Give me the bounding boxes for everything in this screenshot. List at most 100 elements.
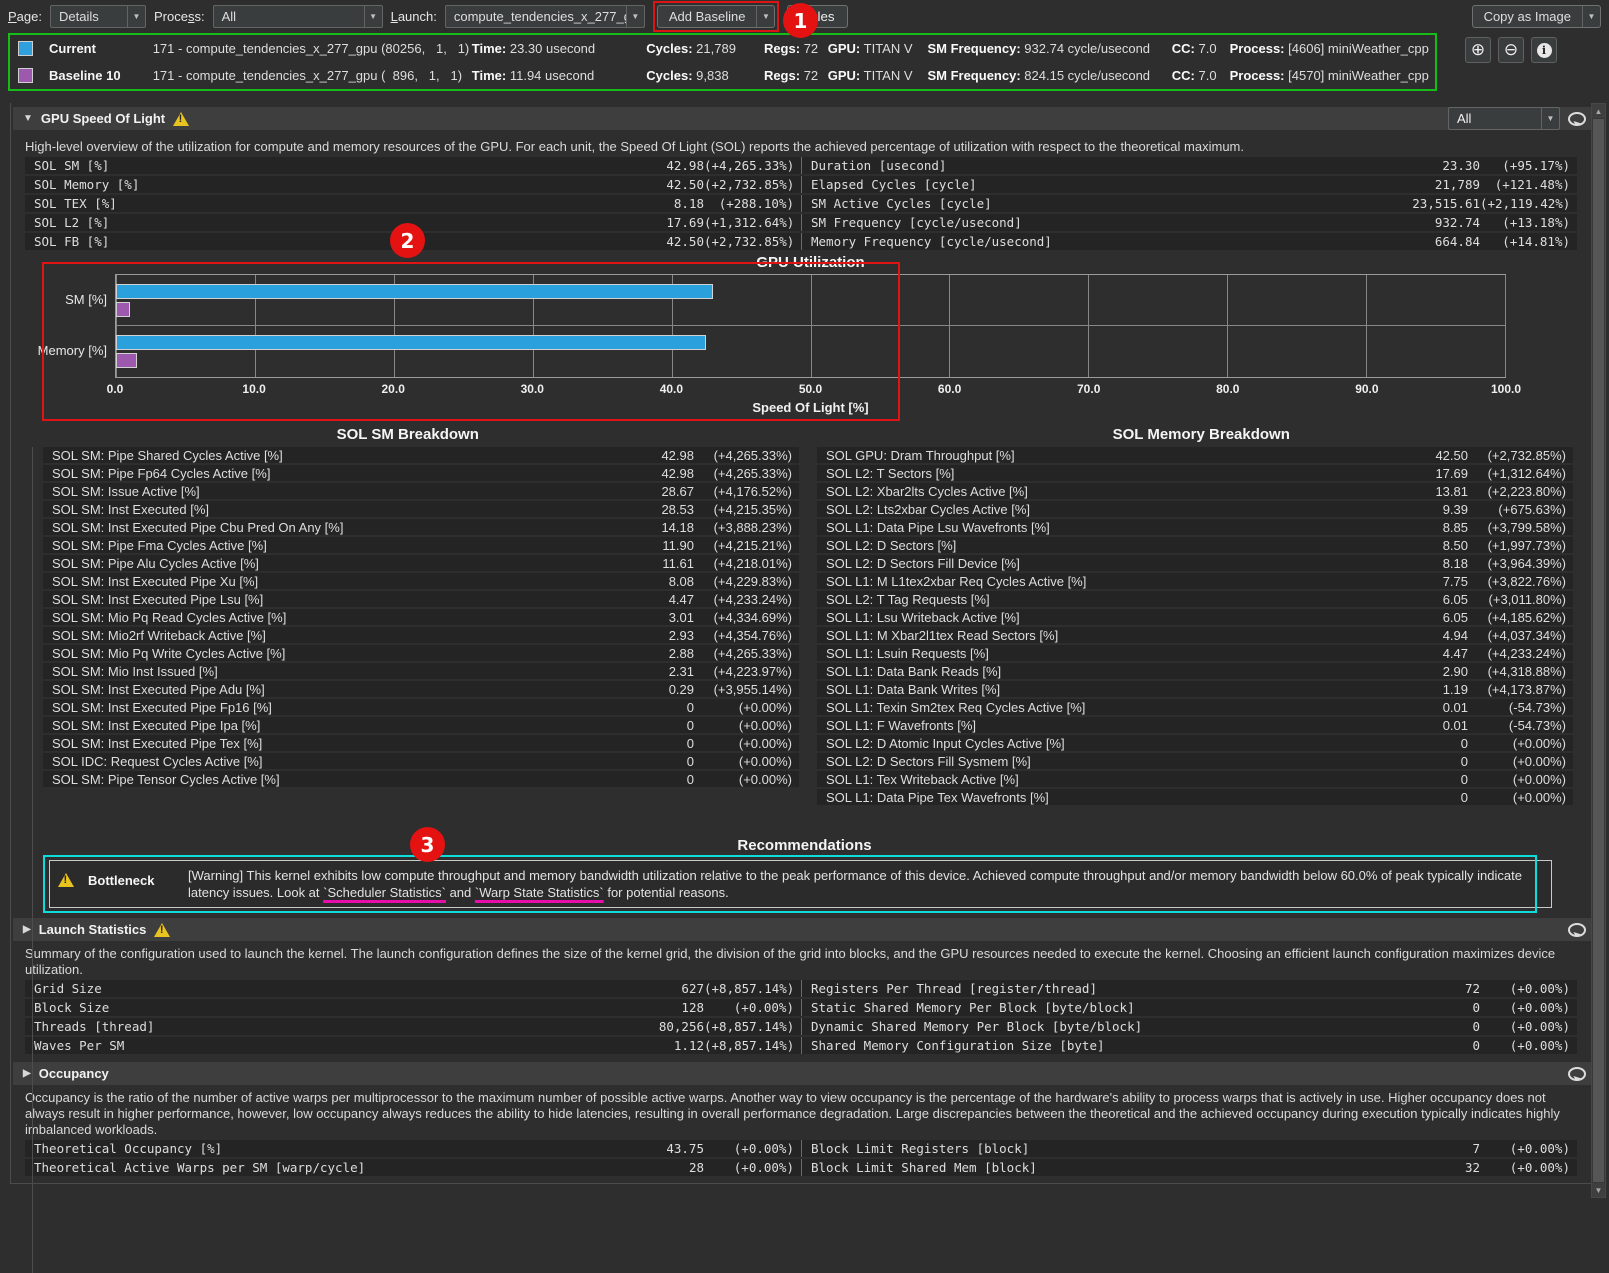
table-row[interactable]: SOL L1: M Xbar2l1tex Read Sectors [%]4.9… <box>817 627 1573 643</box>
table-row[interactable]: SOL SM: Inst Executed Pipe Tex [%]0(+0.0… <box>43 735 799 751</box>
comment-icon[interactable] <box>1568 1067 1586 1081</box>
table-row[interactable]: SOL SM: Mio Pq Write Cycles Active [%]2.… <box>43 645 799 661</box>
table-row[interactable]: SM Active Cycles [cycle]23,515.61(+2,119… <box>801 195 1577 212</box>
chevron-down-icon[interactable]: ▼ <box>756 6 774 27</box>
table-row[interactable]: Theoretical Active Warps per SM [warp/cy… <box>25 1159 801 1176</box>
comment-icon[interactable] <box>1568 112 1586 126</box>
metric-label: SOL SM: Pipe Alu Cycles Active [%] <box>43 556 639 571</box>
table-row[interactable]: SOL TEX [%]8.18(+288.10%) <box>25 195 801 212</box>
table-row[interactable]: SOL GPU: Dram Throughput [%]42.50(+2,732… <box>817 447 1573 463</box>
table-row[interactable]: SOL SM: Inst Executed Pipe Xu [%]8.08(+4… <box>43 573 799 589</box>
collapse-expanded-icon[interactable]: ▼ <box>23 113 33 124</box>
table-row[interactable]: SOL SM: Inst Executed [%]28.53(+4,215.35… <box>43 501 799 517</box>
table-row[interactable]: SOL L1: Data Bank Reads [%]2.90(+4,318.8… <box>817 663 1573 679</box>
scroll-up-icon[interactable]: ▲ <box>1592 104 1605 118</box>
table-row[interactable]: Block Limit Registers [block]7(+0.00%) <box>801 1140 1577 1157</box>
collapse-collapsed-icon[interactable]: ▶ <box>23 924 31 935</box>
table-row[interactable]: SOL SM: Inst Executed Pipe Cbu Pred On A… <box>43 519 799 535</box>
table-row[interactable]: SOL L1: Lsuin Requests [%]4.47(+4,233.24… <box>817 645 1573 661</box>
scheduler-statistics-link[interactable]: `Scheduler Statistics` <box>323 885 446 900</box>
table-row[interactable]: SOL L1: F Wavefronts [%]0.01(-54.73%) <box>817 717 1573 733</box>
table-row[interactable]: SOL SM: Mio Inst Issued [%]2.31(+4,223.9… <box>43 663 799 679</box>
launch-table-right: Registers Per Thread [register/thread]72… <box>801 980 1577 1056</box>
metric-value: 0 <box>1413 772 1468 787</box>
table-row[interactable]: SOL SM: Pipe Alu Cycles Active [%]11.61(… <box>43 555 799 571</box>
warp-state-statistics-link[interactable]: `Warp State Statistics` <box>475 885 604 900</box>
scrollbar-thumb[interactable] <box>1593 119 1604 1182</box>
table-row[interactable]: SOL IDC: Request Cycles Active [%]0(+0.0… <box>43 753 799 769</box>
bar-current <box>116 284 713 299</box>
table-row[interactable]: SOL SM: Pipe Tensor Cycles Active [%]0(+… <box>43 771 799 787</box>
metric-label: SOL SM: Pipe Tensor Cycles Active [%] <box>43 772 639 787</box>
table-row[interactable]: SOL L2: D Sectors Fill Sysmem [%]0(+0.00… <box>817 753 1573 769</box>
chart-plot-area <box>115 274 1506 378</box>
scroll-down-icon[interactable]: ▼ <box>1592 1183 1605 1197</box>
add-baseline-button[interactable]: Add Baseline ▼ <box>657 5 776 28</box>
table-row[interactable]: SOL SM: Issue Active [%]28.67(+4,176.52%… <box>43 483 799 499</box>
table-row[interactable]: SOL SM: Pipe Fp64 Cycles Active [%]42.98… <box>43 465 799 481</box>
table-row[interactable]: SOL L2: T Sectors [%]17.69(+1,312.64%) <box>817 465 1573 481</box>
table-row[interactable]: Elapsed Cycles [cycle]21,789(+121.48%) <box>801 176 1577 193</box>
metric-delta: (+4,185.62%) <box>1468 610 1573 625</box>
comment-icon[interactable] <box>1568 923 1586 937</box>
table-row[interactable]: Shared Memory Configuration Size [byte]0… <box>801 1037 1577 1054</box>
table-row[interactable]: SOL SM: Inst Executed Pipe Fp16 [%]0(+0.… <box>43 699 799 715</box>
metric-delta: (+0.00%) <box>1480 1000 1577 1015</box>
metric-delta: (+4,229.83%) <box>694 574 799 589</box>
table-row[interactable]: SOL L2: Lts2xbar Cycles Active [%]9.39(+… <box>817 501 1573 517</box>
table-row[interactable]: Block Limit Shared Mem [block]32(+0.00%) <box>801 1159 1577 1176</box>
table-row[interactable]: SOL SM [%]42.98(+4,265.33%) <box>25 157 801 174</box>
metric-label: Shared Memory Configuration Size [byte] <box>802 1038 1385 1053</box>
table-row[interactable]: SOL SM: Mio Pq Read Cycles Active [%]3.0… <box>43 609 799 625</box>
table-row[interactable]: SOL L2: Xbar2lts Cycles Active [%]13.81(… <box>817 483 1573 499</box>
table-row[interactable]: SM Frequency [cycle/usecond]932.74(+13.1… <box>801 214 1577 231</box>
table-row[interactable]: Waves Per SM1.12(+8,857.14%) <box>25 1037 801 1054</box>
baseline-kernel-row[interactable]: Baseline 10 171 - compute_tendencies_x_2… <box>10 62 1435 89</box>
zoom-in-circle-button[interactable]: ⊕ <box>1465 37 1491 63</box>
table-row[interactable]: SOL L1: Lsu Writeback Active [%]6.05(+4,… <box>817 609 1573 625</box>
table-row[interactable]: Registers Per Thread [register/thread]72… <box>801 980 1577 997</box>
table-row[interactable]: Duration [usecond]23.30(+95.17%) <box>801 157 1577 174</box>
sol-filter-dropdown[interactable]: All ▼ <box>1448 107 1560 130</box>
table-row[interactable]: SOL L1: M L1tex2xbar Req Cycles Active [… <box>817 573 1573 589</box>
table-row[interactable]: SOL SM: Inst Executed Pipe Adu [%]0.29(+… <box>43 681 799 697</box>
table-row[interactable]: SOL L1: Tex Writeback Active [%]0(+0.00%… <box>817 771 1573 787</box>
table-row[interactable]: SOL L2: D Sectors [%]8.50(+1,997.73%) <box>817 537 1573 553</box>
table-row[interactable]: SOL L2: D Atomic Input Cycles Active [%]… <box>817 735 1573 751</box>
table-row[interactable]: Static Shared Memory Per Block [byte/blo… <box>801 999 1577 1016</box>
page-dropdown[interactable]: Details ▼ <box>50 5 146 28</box>
table-row[interactable]: SOL L1: Texin Sm2tex Req Cycles Active [… <box>817 699 1573 715</box>
table-row[interactable]: Grid Size627(+8,857.14%) <box>25 980 801 997</box>
copy-as-image-button[interactable]: Copy as Image ▼ <box>1472 5 1601 28</box>
collapse-collapsed-icon[interactable]: ▶ <box>23 1068 31 1079</box>
table-row[interactable]: SOL SM: Inst Executed Pipe Lsu [%]4.47(+… <box>43 591 799 607</box>
table-row[interactable]: SOL SM: Mio2rf Writeback Active [%]2.93(… <box>43 627 799 643</box>
process-dropdown[interactable]: All ▼ <box>213 5 383 28</box>
info-button[interactable]: i <box>1531 37 1557 63</box>
table-row[interactable]: Memory Frequency [cycle/usecond]664.84(+… <box>801 233 1577 250</box>
table-row[interactable]: SOL L2: D Sectors Fill Device [%]8.18(+3… <box>817 555 1573 571</box>
metric-label: SM Frequency [cycle/usecond] <box>802 215 1385 230</box>
minus-circle-icon: ⊖ <box>1504 40 1518 60</box>
launch-dropdown[interactable]: compute_tendencies_x_277_gpu ▼ <box>445 5 645 28</box>
table-row[interactable]: Threads [thread]80,256(+8,857.14%) <box>25 1018 801 1035</box>
chevron-down-icon: ▼ <box>1541 108 1559 129</box>
table-row[interactable]: Dynamic Shared Memory Per Block [byte/bl… <box>801 1018 1577 1035</box>
section-header-launch-statistics[interactable]: ▶ Launch Statistics <box>13 918 1596 941</box>
table-row[interactable]: Theoretical Occupancy [%]43.75(+0.00%) <box>25 1140 801 1157</box>
zoom-out-circle-button[interactable]: ⊖ <box>1498 37 1524 63</box>
table-row[interactable]: SOL SM: Pipe Fma Cycles Active [%]11.90(… <box>43 537 799 553</box>
table-row[interactable]: SOL L1: Data Pipe Lsu Wavefronts [%]8.85… <box>817 519 1573 535</box>
section-header-gpu-speed-of-light[interactable]: ▼ GPU Speed Of Light All ▼ <box>13 107 1596 130</box>
section-header-occupancy[interactable]: ▶ Occupancy <box>13 1062 1596 1085</box>
vertical-scrollbar[interactable]: ▲ ▼ <box>1591 103 1606 1198</box>
table-row[interactable]: SOL Memory [%]42.50(+2,732.85%) <box>25 176 801 193</box>
table-row[interactable]: SOL SM: Pipe Shared Cycles Active [%]42.… <box>43 447 799 463</box>
table-row[interactable]: Block Size128(+0.00%) <box>25 999 801 1016</box>
table-row[interactable]: SOL L1: Data Pipe Tex Wavefronts [%]0(+0… <box>817 789 1573 805</box>
table-row[interactable]: SOL L1: Data Bank Writes [%]1.19(+4,173.… <box>817 681 1573 697</box>
table-row[interactable]: SOL SM: Inst Executed Pipe Ipa [%]0(+0.0… <box>43 717 799 733</box>
chevron-down-icon[interactable]: ▼ <box>1582 6 1600 27</box>
table-row[interactable]: SOL L2: T Tag Requests [%]6.05(+3,011.80… <box>817 591 1573 607</box>
current-kernel-row[interactable]: Current 171 - compute_tendencies_x_277_g… <box>10 35 1435 62</box>
